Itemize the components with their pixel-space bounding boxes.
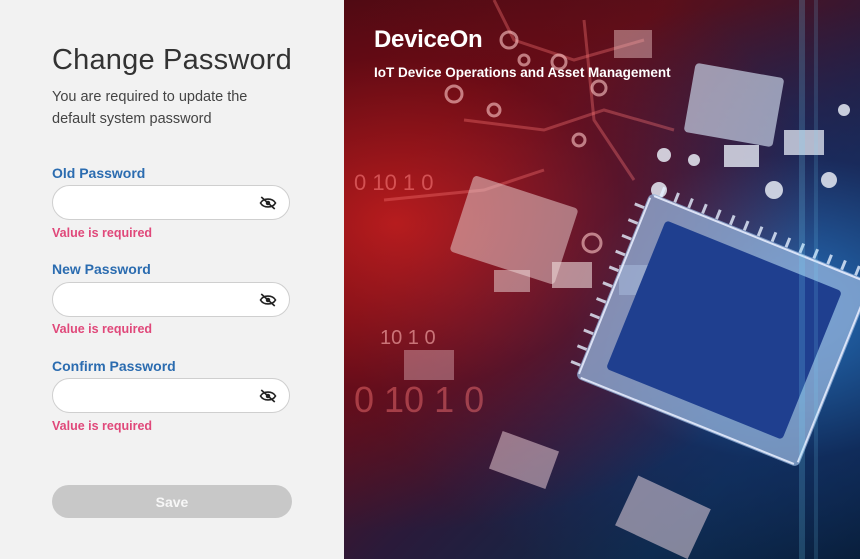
new-password-label: New Password xyxy=(52,261,151,277)
old-password-label: Old Password xyxy=(52,165,146,181)
eye-off-icon[interactable] xyxy=(259,293,277,307)
new-password-error: Value is required xyxy=(52,322,153,336)
eye-off-icon[interactable] xyxy=(259,196,277,210)
binary-text-top: 0 10 1 0 xyxy=(354,170,434,195)
brand-tagline: IoT Device Operations and Asset Manageme… xyxy=(374,65,671,80)
eye-off-icon[interactable] xyxy=(259,389,277,403)
binary-text-middle: 10 1 0 xyxy=(380,327,436,349)
old-password-field[interactable] xyxy=(52,185,290,220)
confirm-password-field[interactable] xyxy=(52,378,290,413)
page-title: Change Password xyxy=(52,44,292,76)
new-password-field[interactable] xyxy=(52,282,290,317)
binary-text-bottom: 0 10 1 0 xyxy=(354,379,484,420)
save-button[interactable]: Save xyxy=(52,485,292,518)
confirm-password-error: Value is required xyxy=(52,419,153,433)
brand-logo: DeviceOn xyxy=(374,26,483,53)
confirm-password-label: Confirm Password xyxy=(52,358,176,374)
hero-image: 0 10 1 0 10 1 0 0 10 1 0 DeviceOn IoT De… xyxy=(344,0,860,559)
form-panel: Change Password You are required to upda… xyxy=(0,0,344,559)
old-password-error: Value is required xyxy=(52,226,153,240)
circuit-board-illustration: 0 10 1 0 10 1 0 0 10 1 0 xyxy=(354,0,860,559)
page-subtitle: You are required to update the default s… xyxy=(52,89,248,127)
